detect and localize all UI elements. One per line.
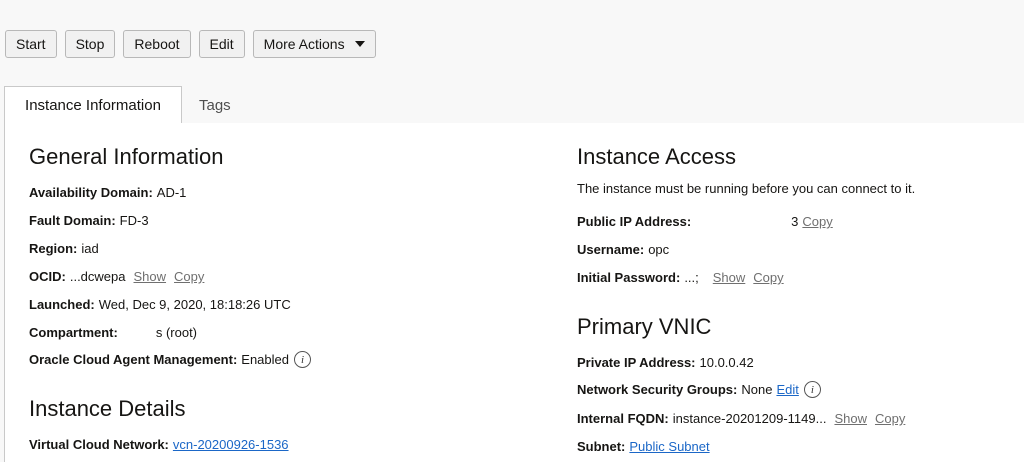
vcn-label: Virtual Cloud Network: — [29, 437, 169, 452]
initial-password-value: ...; — [684, 270, 699, 285]
public-ip-label: Public IP Address: — [577, 214, 692, 229]
launched-value: Wed, Dec 9, 2020, 18:18:26 UTC — [98, 297, 291, 312]
tab-tags[interactable]: Tags — [199, 86, 231, 124]
instance-access-heading: Instance Access — [577, 144, 736, 169]
internal-fqdn-row: Internal FQDN: instance-20201209-1149...… — [577, 411, 905, 426]
public-ip-copy-link[interactable]: Copy — [802, 214, 832, 229]
general-information-heading: General Information — [29, 144, 224, 169]
availability-domain-row: Availability Domain: AD-1 — [29, 185, 186, 200]
internal-fqdn-label: Internal FQDN: — [577, 411, 669, 426]
agent-management-label: Oracle Cloud Agent Management: — [29, 352, 238, 367]
tab-bar: Instance Information Tags — [4, 86, 1024, 124]
subnet-label: Subnet: — [577, 439, 626, 454]
ocid-value: ...dcwepa — [69, 269, 126, 284]
username-row: Username: opc — [577, 242, 669, 257]
private-ip-row: Private IP Address: 10.0.0.42 — [577, 355, 754, 370]
region-value: iad — [81, 241, 99, 256]
compartment-label: Compartment: — [29, 325, 118, 340]
compartment-value: s (root) — [155, 325, 198, 340]
fqdn-copy-link[interactable]: Copy — [875, 411, 905, 426]
agent-management-row: Oracle Cloud Agent Management: Enabled i — [29, 351, 311, 368]
launched-row: Launched: Wed, Dec 9, 2020, 18:18:26 UTC — [29, 297, 291, 312]
start-button[interactable]: Start — [5, 30, 57, 58]
internal-fqdn-value: instance-20201209-1149... — [672, 411, 827, 426]
instance-information-panel: General Information Availability Domain:… — [4, 123, 1024, 462]
ocid-label: OCID: — [29, 269, 66, 284]
public-ip-row: Public IP Address: 3 Copy — [577, 214, 833, 229]
nsg-row: Network Security Groups: None Edit i — [577, 381, 821, 398]
info-icon[interactable]: i — [803, 381, 821, 398]
instance-details-heading: Instance Details — [29, 396, 186, 421]
region-row: Region: iad — [29, 241, 99, 256]
instance-access-description: The instance must be running before you … — [577, 181, 916, 196]
vcn-link[interactable]: vcn-20200926-1536 — [173, 437, 289, 452]
subnet-link[interactable]: Public Subnet — [629, 439, 709, 454]
more-actions-button[interactable]: More Actions — [252, 30, 376, 58]
caret-down-icon — [354, 41, 365, 47]
availability-domain-label: Availability Domain: — [29, 185, 153, 200]
region-label: Region: — [29, 241, 78, 256]
ocid-row: OCID: ...dcwepa Show Copy — [29, 269, 204, 284]
nsg-label: Network Security Groups: — [577, 382, 738, 397]
more-actions-label: More Actions — [263, 36, 345, 52]
password-show-link[interactable]: Show — [713, 270, 746, 285]
fault-domain-label: Fault Domain: — [29, 213, 116, 228]
username-value: opc — [648, 242, 670, 257]
nsg-value: None — [741, 382, 773, 397]
compartment-row: Compartment: s (root) — [29, 325, 197, 340]
stop-button[interactable]: Stop — [64, 30, 116, 58]
ocid-show-link[interactable]: Show — [134, 269, 167, 284]
fault-domain-row: Fault Domain: FD-3 — [29, 213, 149, 228]
reboot-button[interactable]: Reboot — [123, 30, 191, 58]
subnet-row: Subnet: Public Subnet — [577, 439, 710, 454]
private-ip-value: 10.0.0.42 — [699, 355, 754, 370]
action-toolbar: Start Stop Reboot Edit More Actions — [5, 30, 376, 58]
primary-vnic-heading: Primary VNIC — [577, 314, 712, 339]
nsg-edit-link[interactable]: Edit — [776, 382, 798, 397]
agent-management-value: Enabled — [241, 352, 289, 367]
private-ip-label: Private IP Address: — [577, 355, 696, 370]
availability-domain-value: AD-1 — [156, 185, 187, 200]
vcn-row: Virtual Cloud Network: vcn-20200926-1536 — [29, 437, 289, 452]
compartment-redacted — [121, 325, 156, 340]
info-icon[interactable]: i — [294, 351, 311, 368]
ocid-copy-link[interactable]: Copy — [174, 269, 204, 284]
username-label: Username: — [577, 242, 645, 257]
edit-button[interactable]: Edit — [198, 30, 245, 58]
tab-instance-information[interactable]: Instance Information — [4, 86, 182, 124]
password-copy-link[interactable]: Copy — [753, 270, 783, 285]
fault-domain-value: FD-3 — [119, 213, 149, 228]
launched-label: Launched: — [29, 297, 95, 312]
initial-password-row: Initial Password: ...; Show Copy — [577, 270, 784, 285]
public-ip-redacted — [695, 214, 792, 229]
public-ip-value: 3 — [791, 214, 799, 229]
fqdn-show-link[interactable]: Show — [834, 411, 867, 426]
initial-password-label: Initial Password: — [577, 270, 681, 285]
